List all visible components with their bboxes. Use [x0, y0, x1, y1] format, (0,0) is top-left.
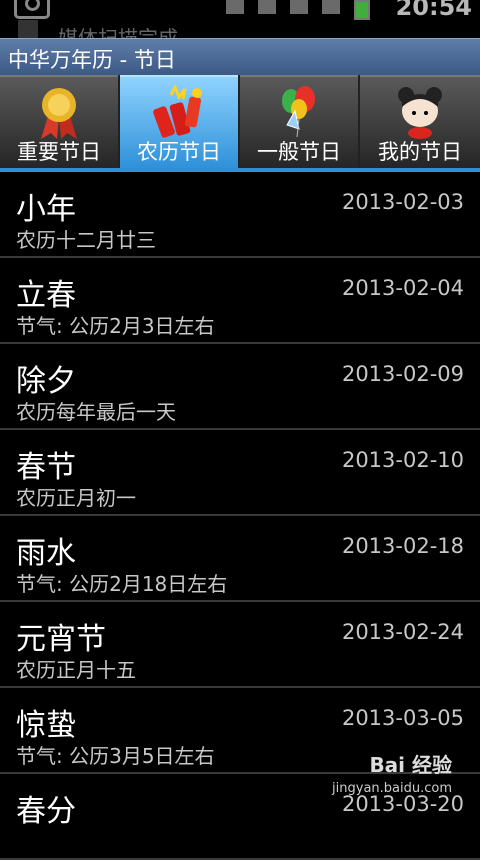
doll-icon: [390, 85, 450, 139]
tab-general-holidays[interactable]: 一般节日: [240, 75, 358, 170]
holiday-date: 2013-02-24: [342, 620, 464, 644]
data-arrows-icon: [290, 0, 308, 14]
holiday-desc: 节气: 公历2月18日左右: [16, 568, 227, 597]
watermark-logo: Bai 经验: [369, 749, 452, 778]
status-time: 20:54: [396, 0, 472, 21]
tab-important-holidays[interactable]: 重要节日: [0, 75, 118, 170]
holiday-name: 春节: [16, 442, 76, 486]
app-title-bar: 中华万年历 - 节日: [0, 38, 480, 75]
firecracker-icon: [149, 85, 209, 139]
tab-my-holidays[interactable]: 我的节日: [360, 75, 480, 170]
tab-bar: 重要节日 农历节日 一般节日 我的节日: [0, 75, 480, 170]
holiday-name: 春分: [16, 786, 76, 830]
list-item[interactable]: 立春 节气: 公历2月3日左右 2013-02-04: [0, 258, 480, 344]
app-title: 中华万年历 - 节日: [8, 44, 176, 74]
list-item[interactable]: 雨水 节气: 公历2月18日左右 2013-02-18: [0, 516, 480, 602]
medal-icon: [29, 85, 89, 139]
holiday-desc: 农历十二月廿三: [16, 224, 156, 253]
holiday-name: 雨水: [16, 528, 76, 572]
holiday-name: 惊蛰: [16, 700, 76, 744]
notification-icon: [18, 20, 38, 38]
holiday-date: 2013-02-09: [342, 362, 464, 386]
tab-label: 我的节日: [360, 136, 480, 166]
tab-label: 农历节日: [120, 136, 238, 166]
mute-icon: [226, 0, 244, 14]
camera-icon: [14, 0, 50, 19]
tab-label: 一般节日: [240, 136, 358, 166]
holiday-name: 小年: [16, 184, 76, 228]
holiday-desc: 节气: 公历3月5日左右: [16, 740, 215, 769]
tab-lunar-holidays[interactable]: 农历节日: [120, 75, 238, 170]
holiday-date: 2013-02-03: [342, 190, 464, 214]
3g-icon: [258, 0, 276, 14]
list-item[interactable]: 元宵节 农历正月十五 2013-02-24: [0, 602, 480, 688]
balloons-icon: [269, 85, 329, 139]
list-item[interactable]: 春节 农历正月初一 2013-02-10: [0, 430, 480, 516]
holiday-date: 2013-03-05: [342, 706, 464, 730]
signal-icon: [322, 0, 340, 14]
holiday-name: 元宵节: [16, 614, 106, 658]
holiday-date: 2013-02-18: [342, 534, 464, 558]
status-bar: 媒体扫描完成 20:54: [0, 0, 480, 38]
holiday-desc: 农历每年最后一天: [16, 396, 176, 425]
holiday-date: 2013-02-04: [342, 276, 464, 300]
list-item[interactable]: 小年 农历十二月廿三 2013-02-03: [0, 172, 480, 258]
holiday-desc: 农历正月初一: [16, 482, 136, 511]
watermark-url: jingyan.baidu.com: [332, 781, 452, 796]
holiday-desc: 农历正月十五: [16, 654, 136, 683]
list-item[interactable]: 除夕 农历每年最后一天 2013-02-09: [0, 344, 480, 430]
holiday-desc: 节气: 公历2月3日左右: [16, 310, 215, 339]
battery-icon: [354, 0, 370, 20]
tab-label: 重要节日: [0, 136, 118, 166]
holiday-name: 除夕: [16, 356, 76, 400]
holiday-date: 2013-02-10: [342, 448, 464, 472]
holiday-name: 立春: [16, 270, 76, 314]
